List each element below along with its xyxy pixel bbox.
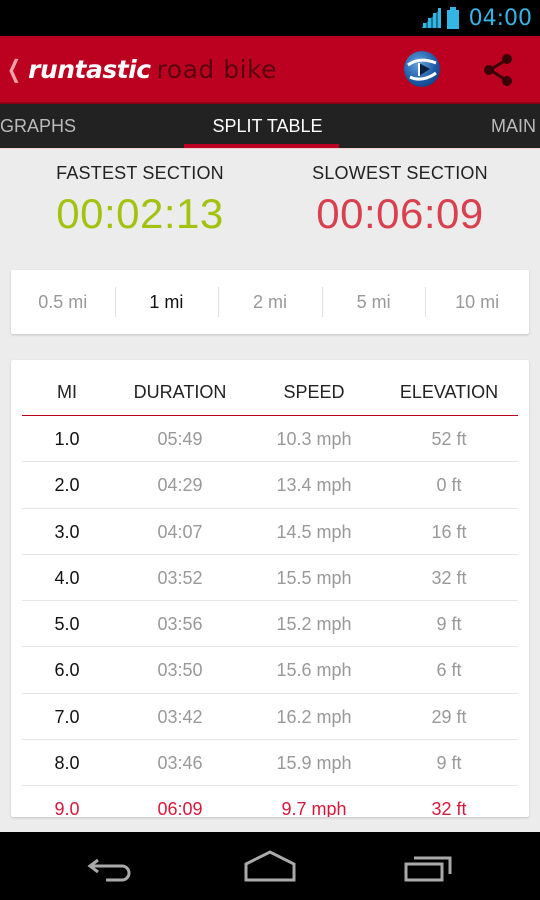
cell-speed: 15.2 mph <box>276 614 352 635</box>
runtastic-app-icon[interactable] <box>404 51 440 87</box>
cell-mi: 3.0 <box>54 521 80 542</box>
cell-mi: 8.0 <box>54 753 80 774</box>
cell-duration: 03:56 <box>157 614 203 635</box>
fastest-section-label: FASTEST SECTION <box>56 163 224 183</box>
slowest-section: SLOWEST SECTION 00:06:09 <box>280 163 520 238</box>
cell-elevation: 6 ft <box>436 660 462 681</box>
share-icon[interactable] <box>478 50 518 90</box>
interval-10-mi[interactable]: 10 mi <box>425 287 529 317</box>
system-nav-bar <box>0 832 540 900</box>
cell-elevation: 16 ft <box>431 521 467 542</box>
action-bar: ❮ runtastic road bike <box>0 36 540 102</box>
tab-bar: GRAPHS SPLIT TABLE MAIN <box>0 102 540 148</box>
cell-duration: 06:09 <box>157 799 203 817</box>
cell-speed: 13.4 mph <box>276 475 352 496</box>
slowest-section-label: SLOWEST SECTION <box>312 163 488 183</box>
cell-mi: 7.0 <box>54 706 80 727</box>
split-table-content: FASTEST SECTION 00:02:13 SLOWEST SECTION… <box>0 148 540 832</box>
cell-mi: 2.0 <box>54 475 80 496</box>
cell-mi: 5.0 <box>54 614 80 635</box>
logo-product: road bike <box>156 54 278 84</box>
cell-mi: 1.0 <box>54 429 80 449</box>
split-table[interactable]: MI DURATION SPEED ELEVATION 1.0 05:49 10… <box>11 360 529 817</box>
table-row: 5.0 03:56 15.2 mph 9 ft <box>22 601 518 648</box>
table-header: MI DURATION SPEED ELEVATION <box>22 360 518 416</box>
cell-elevation: 52 ft <box>431 429 467 449</box>
interval-1-mi[interactable]: 1 mi <box>114 287 219 317</box>
tab-split-table[interactable]: SPLIT TABLE <box>190 104 345 148</box>
signal-icon <box>420 8 441 28</box>
logo-brand: runtastic <box>28 54 151 84</box>
interval-0-5-mi[interactable]: 0.5 mi <box>11 287 115 317</box>
split-interval-selector: 0.5 mi 1 mi 2 mi 5 mi 10 mi <box>11 270 529 334</box>
cell-duration: 03:42 <box>157 706 203 727</box>
interval-2-mi[interactable]: 2 mi <box>218 287 322 317</box>
cell-duration: 04:29 <box>157 475 203 496</box>
back-icon[interactable] <box>82 846 142 886</box>
header-mi: MI <box>57 382 77 402</box>
battery-icon <box>446 7 459 29</box>
cell-speed: 9.7 mph <box>281 799 347 817</box>
cell-mi: 6.0 <box>54 660 80 681</box>
tab-main[interactable]: MAIN <box>491 104 536 148</box>
status-icons: 04:00 <box>420 0 532 36</box>
cell-duration: 03:52 <box>157 567 203 588</box>
cell-duration: 03:50 <box>157 660 203 681</box>
section-summary: FASTEST SECTION 00:02:13 SLOWEST SECTION… <box>0 149 540 259</box>
cell-speed: 15.6 mph <box>276 660 352 681</box>
header-elevation: ELEVATION <box>399 382 499 402</box>
cell-elevation: 32 ft <box>431 799 467 817</box>
app-logo-home-button[interactable]: ❮ runtastic road bike <box>4 36 277 102</box>
table-row: 3.0 04:07 14.5 mph 16 ft <box>22 509 518 555</box>
slowest-section-value: 00:06:09 <box>316 190 484 237</box>
cell-speed: 16.2 mph <box>276 706 352 727</box>
cell-elevation: 9 ft <box>436 753 462 774</box>
chevron-left-icon: ❮ <box>7 55 22 83</box>
cell-elevation: 32 ft <box>431 567 467 588</box>
tab-graphs[interactable]: GRAPHS <box>0 104 76 148</box>
cell-elevation: 29 ft <box>431 706 467 727</box>
table-body: 1.0 05:49 10.3 mph 52 ft 2.0 04:29 13.4 … <box>22 416 518 817</box>
cell-duration: 04:07 <box>157 521 203 542</box>
cell-duration: 05:49 <box>157 429 203 449</box>
home-icon[interactable] <box>240 846 300 886</box>
cell-speed: 10.3 mph <box>276 429 352 449</box>
status-bar: 04:00 <box>0 0 540 36</box>
fastest-section-value: 00:02:13 <box>56 190 224 237</box>
clock: 04:00 <box>468 5 532 31</box>
header-duration: DURATION <box>133 382 227 402</box>
table-row: 6.0 03:50 15.6 mph 6 ft <box>22 647 518 694</box>
cell-elevation: 0 ft <box>436 475 462 496</box>
table-row: 8.0 03:46 15.9 mph 9 ft <box>22 740 518 787</box>
cell-mi: 9.0 <box>54 799 80 817</box>
fastest-section: FASTEST SECTION 00:02:13 <box>20 163 260 238</box>
table-row-slowest: 9.0 06:09 9.7 mph 32 ft <box>22 786 518 817</box>
cell-speed: 14.5 mph <box>276 521 352 542</box>
recent-apps-icon[interactable] <box>398 846 458 886</box>
table-row: 2.0 04:29 13.4 mph 0 ft <box>22 462 518 509</box>
table-row: 4.0 03:52 15.5 mph 32 ft <box>22 555 518 602</box>
cell-elevation: 9 ft <box>436 614 462 635</box>
cell-speed: 15.5 mph <box>276 567 352 588</box>
interval-5-mi[interactable]: 5 mi <box>321 287 426 317</box>
cell-speed: 15.9 mph <box>276 753 352 774</box>
header-speed: SPEED <box>283 382 345 402</box>
table-row: 7.0 03:42 16.2 mph 29 ft <box>22 694 518 741</box>
cell-duration: 03:46 <box>157 753 203 774</box>
cell-mi: 4.0 <box>54 567 80 588</box>
table-row: 1.0 05:49 10.3 mph 52 ft <box>22 416 518 463</box>
